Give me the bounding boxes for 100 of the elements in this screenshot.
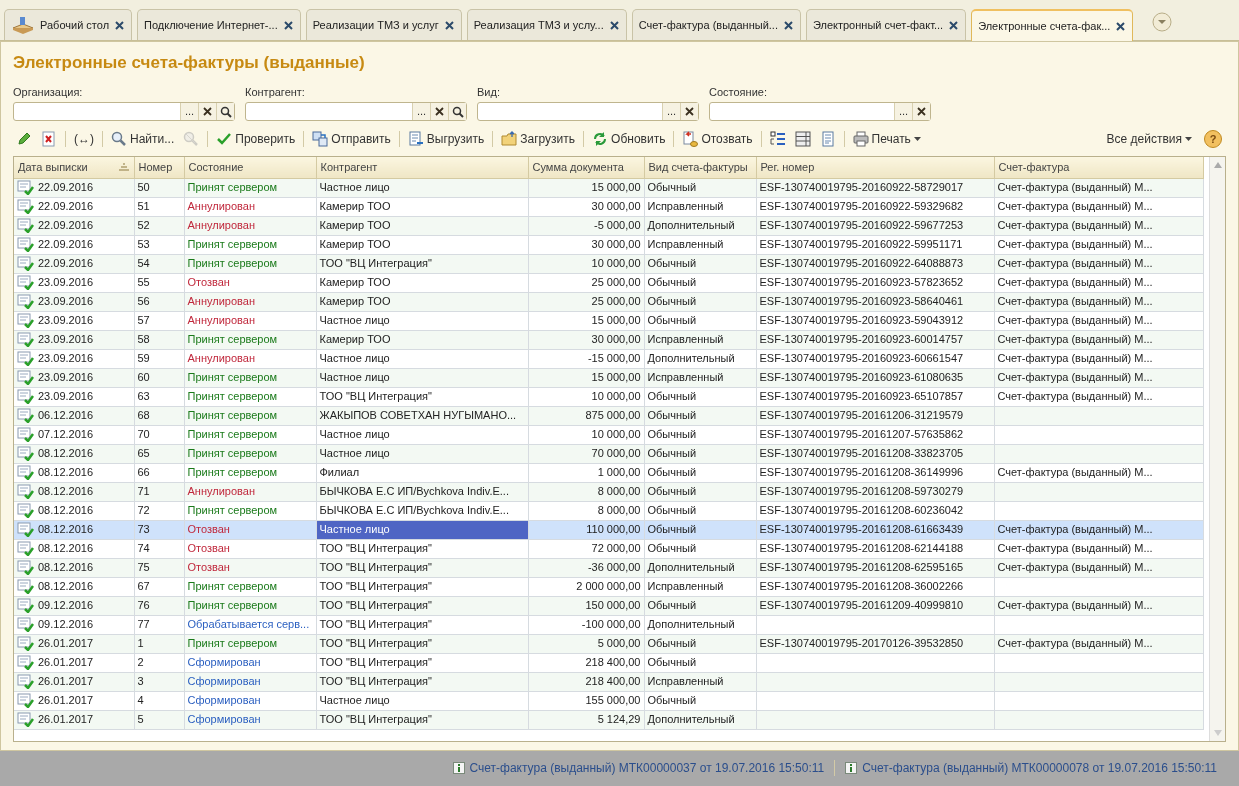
table-cell: Дополнительный	[647, 352, 735, 365]
column-header[interactable]: Рег. номер	[760, 159, 815, 176]
toolbar-button[interactable]: Загрузить	[498, 130, 579, 148]
toolbar-button[interactable]: Проверить	[213, 130, 299, 148]
document-check-icon	[17, 560, 34, 575]
filter-field[interactable]: ...	[245, 102, 467, 121]
table-row[interactable]: 08.12.2016 65 Принят сервером Частное лицо 70 000,00 Обычный ESF-130740019795-20161208-33823705	[14, 444, 1203, 463]
rows-icon[interactable]	[794, 131, 811, 147]
delete-icon[interactable]	[41, 131, 57, 147]
tab[interactable]: Рабочий стол	[4, 9, 133, 40]
table-row[interactable]: 07.12.2016 70 Принят сервером Частное лицо 10 000,00 Обычный ESF-130740019795-20161207-57635862	[14, 425, 1203, 444]
clear-icon[interactable]	[203, 107, 212, 116]
toolbar-button[interactable]: Выгрузить	[404, 130, 488, 148]
checklist-icon[interactable]	[769, 131, 786, 147]
search-icon[interactable]	[219, 105, 232, 118]
close-icon[interactable]	[114, 19, 126, 31]
toolbar-button[interactable]: Отправить	[309, 130, 394, 148]
tab[interactable]: Счет-фактура (выданный...	[631, 9, 801, 40]
table-cell: Обычный	[647, 694, 697, 707]
table-row[interactable]: 23.09.2016 57 Аннулирован Частное лицо 15 000,00 Обычный ESF-130740019795-20160923-59043912 Счет-фактура (выданный) М...	[14, 311, 1203, 330]
table-row[interactable]: 26.01.2017 5 Сформирован ТОО "ВЦ Интеграция" 5 124,29 Дополнительный	[14, 710, 1203, 729]
table-row[interactable]: 23.09.2016 60 Принят сервером Частное лицо 15 000,00 Исправленный ESF-130740019795-20160923-61080635 Счет-фактура (выданный) М...	[14, 368, 1203, 387]
table-row[interactable]: 26.01.2017 1 Принят сервером ТОО "ВЦ Интеграция" 5 000,00 Обычный ESF-130740019795-20170126-39532850 Счет-фактура (выданный) М...	[14, 634, 1203, 653]
table-row[interactable]: 09.12.2016 76 Принят сервером ТОО "ВЦ Интеграция" 150 000,00 Обычный ESF-130740019795-20161209-40999810 Счет-фактура (выданный) М...	[14, 596, 1203, 615]
table-cell-text: 23.09.2016	[38, 389, 94, 405]
table-cell-text: 08.12.2016	[38, 579, 94, 595]
clear-icon[interactable]	[435, 107, 444, 116]
table-cell: ESF-130740019795-20161206-31219579	[759, 409, 964, 422]
tab[interactable]: Реализации ТМЗ и услуг	[305, 9, 462, 40]
table-cell: 8 000,00	[597, 504, 641, 517]
table-cell: Принят сервером	[187, 409, 278, 422]
search-icon[interactable]	[451, 105, 464, 118]
table-row[interactable]: 26.01.2017 2 Сформирован ТОО "ВЦ Интеграция" 218 400,00 Обычный	[14, 653, 1203, 672]
choose-button[interactable]: ...	[180, 103, 198, 120]
filter-field[interactable]: ...	[13, 102, 235, 121]
table-cell-text: 22.09.2016	[38, 237, 94, 253]
table-row[interactable]: 23.09.2016 59 Аннулирован Частное лицо -15 000,00 Дополнительный ESF-130740019795-20160923-60661547 Счет-фактура (выданный) М...	[14, 349, 1203, 368]
close-icon[interactable]	[782, 19, 794, 31]
close-icon[interactable]	[443, 19, 455, 31]
tab[interactable]: Электронный счет-факт...	[805, 9, 967, 40]
filter-field[interactable]: ...	[709, 102, 931, 121]
toolbar-button[interactable]: Обновить	[589, 130, 669, 148]
choose-button[interactable]: ...	[662, 103, 680, 120]
table-row[interactable]: 23.09.2016 58 Принят сервером Камерир ТОО 30 000,00 Исправленный ESF-130740019795-20160923-60014757 Счет-фактура (выданный) М...	[14, 330, 1203, 349]
tab[interactable]: Реализация ТМЗ и услу...	[466, 9, 627, 40]
table-cell: 25 000,00	[591, 276, 641, 289]
print-menu[interactable]: Печать	[849, 130, 924, 148]
table-row[interactable]: 09.12.2016 77 Обрабатывается серв... ТОО "ВЦ Интеграция" -100 000,00 Дополнительный	[14, 615, 1203, 634]
table-row[interactable]: 26.01.2017 4 Сформирован Частное лицо 155 000,00 Обычный	[14, 691, 1203, 710]
close-icon[interactable]	[948, 19, 960, 31]
choose-button[interactable]: ...	[412, 103, 430, 120]
table-row[interactable]: 22.09.2016 51 Аннулирован Камерир ТОО 30 000,00 Исправленный ESF-130740019795-20160922-59329682 Счет-фактура (выданный) М...	[14, 197, 1203, 216]
table-row[interactable]: 26.01.2017 3 Сформирован ТОО "ВЦ Интеграция" 218 400,00 Исправленный	[14, 672, 1203, 691]
document-check-icon	[17, 370, 34, 385]
table-cell: Дополнительный	[647, 618, 735, 631]
close-icon[interactable]	[608, 19, 620, 31]
toolbar-button[interactable]: Отозвать	[679, 130, 756, 148]
table-cell: Обычный	[647, 428, 697, 441]
table-row[interactable]: 22.09.2016 53 Принят сервером Камерир ТОО 30 000,00 Исправленный ESF-130740019795-20160922-59951171 Счет-фактура (выданный) М...	[14, 235, 1203, 254]
status-message[interactable]: Счет-фактура (выданный) МТК00000078 от 19.07.2016 15:50:11	[862, 759, 1217, 777]
table-row[interactable]: 08.12.2016 75 Отозван ТОО "ВЦ Интеграция" -36 000,00 Дополнительный ESF-130740019795-20161208-62595165 Счет-фактура (выданный) М...	[14, 558, 1203, 577]
clear-icon[interactable]	[685, 107, 694, 116]
table-row[interactable]: 08.12.2016 71 Аннулирован БЫЧКОВА Е.С ИП/Bychkova Indiv.E... 8 000,00 Обычный ESF-130740019795-20161208-59730279	[14, 482, 1203, 501]
table-cell: Отозван	[187, 561, 230, 574]
table-row[interactable]: 23.09.2016 56 Аннулирован Камерир ТОО 25 000,00 Обычный ESF-130740019795-20160923-58640461 Счет-фактура (выданный) М...	[14, 292, 1203, 311]
table-cell: ESF-130740019795-20160923-59043912	[759, 314, 964, 327]
table-row[interactable]: 08.12.2016 72 Принят сервером БЫЧКОВА Е.С ИП/Bychkova Indiv.E... 8 000,00 Обычный ESF-130740019795-20161208-60236042	[14, 501, 1203, 520]
all-actions-menu[interactable]: Все действия	[1103, 130, 1195, 148]
table-row[interactable]: 23.09.2016 63 Принят сервером ТОО "ВЦ Интеграция" 10 000,00 Обычный ESF-130740019795-20160923-65107857 Счет-фактура (выданный) М...	[14, 387, 1203, 406]
table-row[interactable]: 08.12.2016 66 Принят сервером Филиал 1 000,00 Обычный ESF-130740019795-20161208-36149996 Счет-фактура (выданный) М...	[14, 463, 1203, 482]
table-row[interactable]: 23.09.2016 55 Отозван Камерир ТОО 25 000,00 Обычный ESF-130740019795-20160923-57823652 Счет-фактура (выданный) М...	[14, 273, 1203, 292]
toolbar-button[interactable]: Найти...	[108, 130, 178, 148]
table-row[interactable]: 22.09.2016 50 Принят сервером Частное лицо 15 000,00 Обычный ESF-130740019795-20160922-58729017 Счет-фактура (выданный) М...	[14, 178, 1203, 197]
table-row[interactable]: 08.12.2016 74 Отозван ТОО "ВЦ Интеграция" 72 000,00 Обычный ESF-130740019795-20161208-62144188 Счет-фактура (выданный) М...	[14, 539, 1203, 558]
table-row[interactable]: 08.12.2016 73 Отозван Частное лицо 110 000,00 Обычный ESF-130740019795-20161208-61663439 Счет-фактура (выданный) М...	[14, 520, 1203, 539]
filter-field[interactable]: ...	[477, 102, 699, 121]
table-cell: 71	[137, 485, 150, 498]
close-icon[interactable]	[282, 19, 294, 31]
close-icon[interactable]	[1115, 20, 1127, 32]
table-cell: Счет-фактура (выданный) М...	[997, 238, 1153, 251]
table-row[interactable]: 22.09.2016 54 Принят сервером ТОО "ВЦ Интеграция" 10 000,00 Обычный ESF-130740019795-20160922-64088873 Счет-фактура (выданный) М...	[14, 254, 1203, 273]
table-row[interactable]: 08.12.2016 67 Принят сервером ТОО "ВЦ Интеграция" 2 000 000,00 Исправленный ESF-130740019795-20161208-36002266	[14, 577, 1203, 596]
dropdown-icon[interactable]	[1152, 12, 1173, 32]
table-cell: ТОО "ВЦ Интеграция"	[319, 599, 432, 612]
tab[interactable]: Подключение Интернет-...	[137, 9, 301, 40]
table-row[interactable]: 22.09.2016 52 Аннулирован Камерир ТОО -5 000,00 Дополнительный ESF-130740019795-20160922-59677253 Счет-фактура (выданный) М...	[14, 216, 1203, 235]
tab[interactable]: Электронные счета-фак...	[971, 9, 1134, 41]
pencil-icon[interactable]	[16, 131, 32, 147]
document-check-icon	[17, 294, 34, 309]
table-cell: ESF-130740019795-20161208-62144188	[759, 542, 964, 555]
toolbar-button[interactable]: (↔)	[71, 130, 97, 148]
help-button[interactable]: ?	[1204, 130, 1222, 148]
table-cell: Обычный	[647, 637, 697, 650]
status-message[interactable]: Счет-фактура (выданный) МТК00000037 от 19.07.2016 15:50:11	[469, 759, 825, 777]
table-cell: Принят сервером	[187, 257, 278, 270]
clear-icon[interactable]	[917, 107, 926, 116]
table-row[interactable]: 06.12.2016 68 Принят сервером ЖАКЫПОВ СОВЕТХАН НУГЫМАНО... 875 000,00 Обычный ESF-130740019795-20161206-31219579	[14, 406, 1203, 425]
table-cell: 150 000,00	[585, 599, 641, 612]
choose-button[interactable]: ...	[894, 103, 912, 120]
table-cell: 110 000,00	[586, 523, 641, 536]
